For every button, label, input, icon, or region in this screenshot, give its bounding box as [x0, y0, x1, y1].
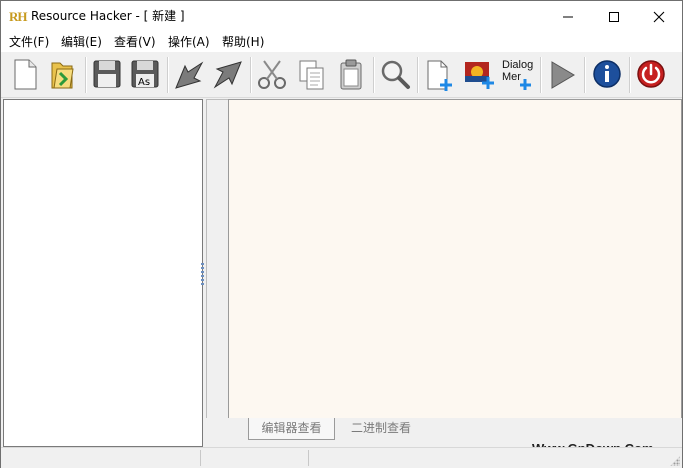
info-button[interactable]: [589, 57, 625, 93]
dialog-merge-label-line1: Dialog: [502, 59, 534, 71]
menu-file[interactable]: 文件(F): [7, 34, 51, 50]
toolbar-separator: [373, 57, 375, 93]
dialog-merge-label-line2: Mer: [502, 71, 521, 83]
minimize-icon: [563, 16, 573, 18]
export-button[interactable]: [210, 57, 246, 93]
maximize-icon: [609, 12, 619, 22]
app-logo: RH: [9, 9, 28, 24]
menu-edit[interactable]: 编辑(E): [59, 34, 104, 50]
status-cell-left: [3, 450, 201, 466]
minimize-button[interactable]: [545, 1, 591, 32]
run-icon: [551, 61, 575, 89]
tab-binary-view[interactable]: 二进制查看: [346, 418, 416, 439]
paste-icon: [340, 59, 362, 90]
menu-help[interactable]: 帮助(H): [220, 34, 266, 50]
copy-icon: [299, 60, 324, 90]
window-title: Resource Hacker - [ 新建 ]: [31, 9, 185, 23]
toolbar-separator: [167, 57, 169, 93]
find-button[interactable]: [377, 57, 413, 93]
export-icon: [213, 61, 242, 89]
script-editor[interactable]: [228, 99, 682, 419]
editor-gutter: [206, 99, 228, 418]
run-button[interactable]: [544, 57, 580, 93]
splitter-grip[interactable]: [201, 263, 204, 285]
copy-button[interactable]: [294, 57, 330, 93]
svg-text:As: As: [138, 77, 150, 88]
close-button[interactable]: [636, 1, 682, 32]
add-image-button[interactable]: [461, 57, 497, 93]
toolbar-separator: [629, 57, 631, 93]
add-image-icon: [465, 62, 494, 89]
exit-button[interactable]: [633, 57, 669, 93]
save-button[interactable]: [89, 57, 125, 93]
status-bar: [1, 447, 682, 468]
new-file-icon: [14, 59, 37, 90]
power-icon: [637, 60, 665, 88]
status-cell-middle: [205, 450, 309, 466]
new-file-button[interactable]: [7, 57, 43, 93]
toolbar-separator: [417, 57, 419, 93]
save-as-button[interactable]: As: [127, 57, 163, 93]
toolbar-separator: [85, 57, 87, 93]
save-icon: [93, 60, 121, 88]
menu-view[interactable]: 查看(V): [112, 34, 158, 50]
resource-tree-panel[interactable]: [3, 99, 203, 447]
toolbar-separator: [584, 57, 586, 93]
close-icon: [653, 11, 665, 23]
toolbar-separator: [250, 57, 252, 93]
menu-action[interactable]: 操作(A): [166, 34, 212, 50]
open-button[interactable]: [45, 57, 81, 93]
paste-button[interactable]: [333, 57, 369, 93]
maximize-button[interactable]: [591, 1, 637, 32]
title-bar[interactable]: RH Resource Hacker - [ 新建 ]: [1, 1, 682, 32]
save-as-icon: As: [131, 60, 159, 88]
add-resource-button[interactable]: [421, 57, 457, 93]
tab-editor-view[interactable]: 编辑器查看: [248, 418, 335, 440]
cut-button[interactable]: [254, 57, 290, 93]
open-folder-icon: [51, 62, 74, 89]
resource-hacker-window: RH Resource Hacker - [ 新建 ] 文件(F) 编辑(E) …: [0, 0, 683, 468]
add-resource-icon: [427, 60, 452, 91]
import-icon: [175, 61, 204, 89]
cut-icon: [258, 60, 286, 89]
menu-bar: 文件(F) 编辑(E) 查看(V) 操作(A) 帮助(H): [1, 32, 682, 52]
import-button[interactable]: [171, 57, 207, 93]
find-icon: [381, 60, 410, 89]
dialog-merge-label: Dialog Mer: [502, 59, 533, 83]
info-icon: [593, 60, 621, 88]
resize-grip[interactable]: [670, 456, 680, 466]
toolbar-separator: [540, 57, 542, 93]
